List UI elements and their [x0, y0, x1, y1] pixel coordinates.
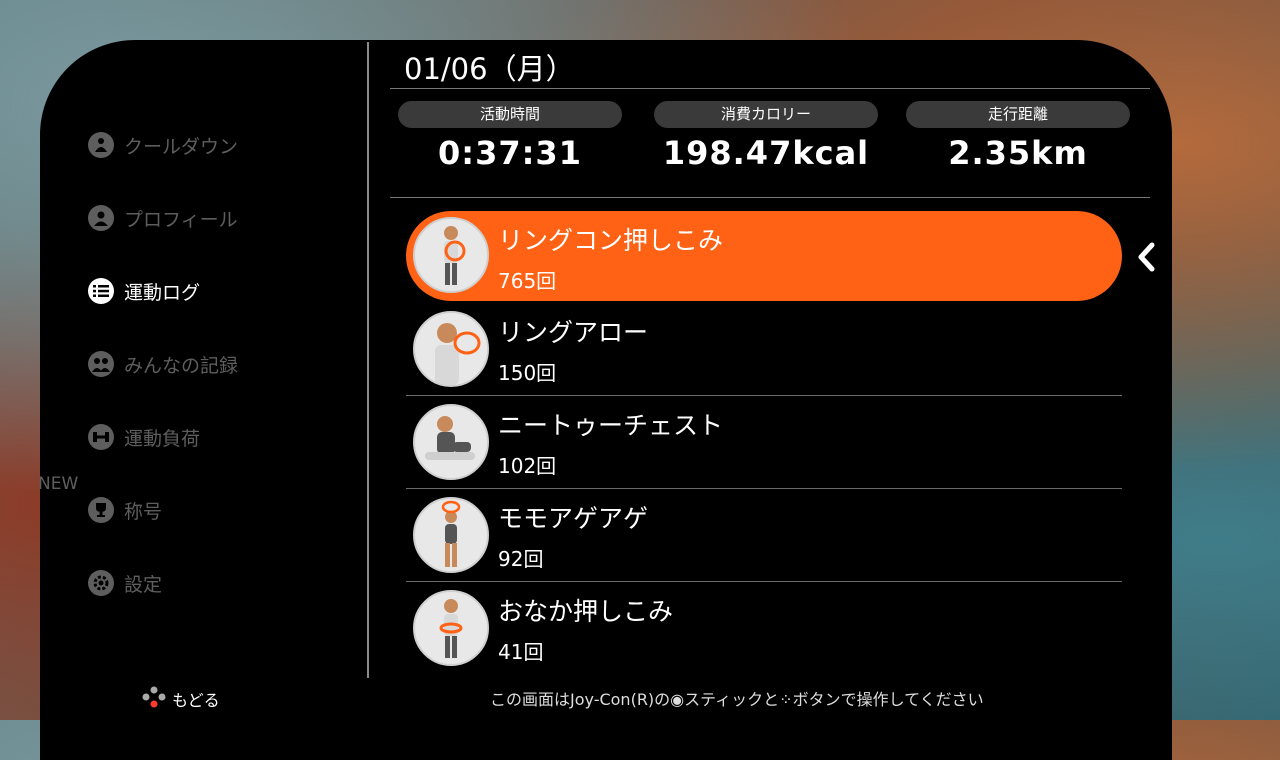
exercise-avatar [413, 497, 489, 573]
stat-value: 2.35km [948, 134, 1088, 172]
new-badge: NEW [38, 474, 79, 494]
exercise-row[interactable]: ニートゥーチェスト 102回 [406, 396, 1122, 489]
stat-activity-time: 活動時間 0:37:31 [398, 101, 622, 172]
stat-calories: 消費カロリー 198.47kcal [654, 101, 878, 172]
sidebar-item-label: プロフィール [124, 208, 238, 231]
gear-icon [88, 570, 114, 596]
sidebar-item-label: 運動負荷 [124, 427, 201, 450]
exercise-name: おなか押しこみ [498, 597, 674, 626]
exercise-name: リングアロー [498, 318, 649, 347]
exercise-count: 150回 [498, 361, 557, 385]
stat-label: 活動時間 [398, 101, 622, 128]
header-divider [390, 88, 1150, 89]
profile-icon [88, 205, 114, 231]
chevron-left-icon[interactable] [1134, 240, 1160, 274]
sidebar-item-everyone-records[interactable]: みんなの記録 [88, 349, 238, 379]
stat-label: 走行距離 [906, 101, 1130, 128]
sidebar-item-titles[interactable]: 称号 [88, 495, 162, 525]
exercise-count: 765回 [498, 269, 557, 293]
exercise-row[interactable]: リングコン押しこみ 765回 [406, 211, 1122, 301]
stats-divider [390, 197, 1150, 198]
back-label: もどる [172, 691, 220, 710]
sidebar-item-label: クールダウン [124, 135, 239, 158]
group-icon [88, 351, 114, 377]
exercise-name: リングコン押しこみ [498, 226, 724, 255]
trophy-icon [88, 497, 114, 523]
sidebar-item-cooldown[interactable]: クールダウン [88, 130, 238, 160]
exercise-avatar [413, 590, 489, 666]
sidebar-item-profile[interactable]: プロフィール [88, 203, 238, 233]
control-hint: この画面はJoy-Con(R)の◉スティックと⁘ボタンで操作してください [490, 690, 984, 709]
exercise-row[interactable]: モモアゲアゲ 92回 [406, 489, 1122, 582]
exercise-count: 92回 [498, 547, 544, 571]
stat-label: 消費カロリー [654, 101, 878, 128]
stat-distance: 走行距離 2.35km [906, 101, 1130, 172]
back-button[interactable]: もどる [142, 686, 220, 712]
stat-value: 198.47kcal [662, 134, 870, 172]
sidebar-item-exercise-load[interactable]: 運動負荷 [88, 422, 200, 452]
cooldown-icon [88, 132, 114, 158]
sidebar-item-label: 運動ログ [124, 281, 201, 304]
sidebar-item-label: みんなの記録 [124, 354, 239, 377]
exercise-name: モモアゲアゲ [498, 504, 649, 533]
sidebar-item-exercise-log[interactable]: 運動ログ [88, 276, 200, 306]
exercise-name: ニートゥーチェスト [498, 411, 724, 440]
sidebar-item-settings[interactable]: 設定 [88, 568, 162, 598]
exercise-count: 102回 [498, 454, 557, 478]
exercise-count: 41回 [498, 640, 544, 664]
dumbbell-icon [88, 424, 114, 450]
sidebar-divider [367, 42, 369, 678]
page-title: 01/06（月） [404, 52, 575, 86]
sidebar-item-label: 設定 [124, 573, 163, 596]
sidebar-item-label: 称号 [124, 500, 163, 523]
stat-value: 0:37:31 [438, 134, 582, 172]
buttons-icon [142, 686, 166, 712]
exercise-row[interactable]: おなか押しこみ 41回 [406, 582, 1122, 674]
exercise-avatar [413, 217, 489, 293]
list-icon [88, 278, 114, 304]
exercise-row[interactable]: リングアロー 150回 [406, 303, 1122, 396]
exercise-avatar [413, 404, 489, 480]
exercise-avatar [413, 311, 489, 387]
